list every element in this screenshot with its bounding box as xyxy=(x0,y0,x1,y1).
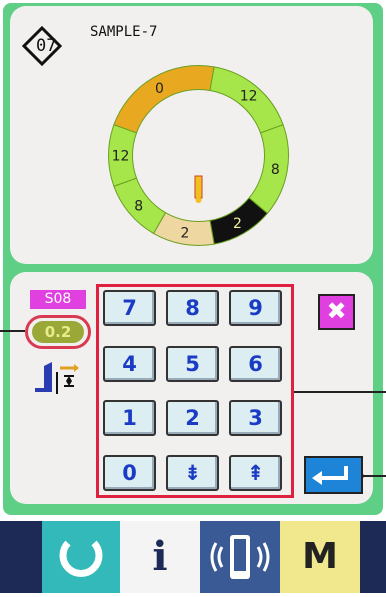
item-code-badge: S08 xyxy=(30,290,86,309)
keypad-key[interactable]: 5 xyxy=(166,346,219,382)
enter-button[interactable] xyxy=(304,456,363,494)
keypad-key[interactable]: 4 xyxy=(103,346,156,382)
pattern-number: 07 xyxy=(36,36,57,56)
info-tab[interactable]: i xyxy=(120,521,200,593)
menu-tab[interactable]: M xyxy=(280,521,360,593)
keypad-key[interactable]: ⇟ xyxy=(166,455,219,491)
callout-line-enter xyxy=(362,475,386,477)
needle-height-adjust-icon xyxy=(35,362,79,394)
keypad-key[interactable]: 9 xyxy=(229,290,282,326)
refresh-icon xyxy=(59,540,103,577)
ring-segment-label: 0 xyxy=(155,81,164,97)
keypad-key[interactable]: 7 xyxy=(103,290,156,326)
keypad-key[interactable]: ⇞ xyxy=(229,455,282,491)
ring-segment-label: 2 xyxy=(233,216,242,232)
ring-segment[interactable] xyxy=(113,65,215,134)
keypad-key[interactable]: 1 xyxy=(103,400,156,436)
callout-line-value xyxy=(0,330,25,332)
communication-icon xyxy=(210,535,270,579)
ring-segment-label: 12 xyxy=(112,149,130,165)
communication-tab[interactable] xyxy=(200,521,280,593)
ring-segment-label: 8 xyxy=(134,199,143,215)
info-icon: i xyxy=(152,533,168,580)
value-text: 0.2 xyxy=(32,321,84,343)
pattern-display-panel: 07 SAMPLE-7 0 12 8 2 2 8 12 xyxy=(10,6,373,264)
enter-icon xyxy=(312,466,348,485)
value-display[interactable]: 0.2 xyxy=(25,315,91,349)
keypad-key[interactable]: 2 xyxy=(166,400,219,436)
ring-segment-label: 12 xyxy=(240,89,258,105)
ring-segment-label: 8 xyxy=(271,162,280,178)
needle-position-icon xyxy=(194,175,203,203)
ring-segment[interactable] xyxy=(248,124,289,215)
keypad-key[interactable]: 3 xyxy=(229,400,282,436)
callout-line-keypad xyxy=(294,391,386,393)
clear-button[interactable]: ✖ xyxy=(318,294,355,330)
keypad-key[interactable]: 6 xyxy=(229,346,282,382)
pattern-name: SAMPLE-7 xyxy=(90,24,158,40)
ring-segment-label: 2 xyxy=(180,225,189,241)
keypad-key[interactable]: 8 xyxy=(166,290,219,326)
keypad-key[interactable]: 0 xyxy=(103,455,156,491)
stitch-ring-diagram[interactable]: 0 12 8 2 2 8 12 xyxy=(101,58,296,253)
refresh-tab[interactable] xyxy=(42,521,120,593)
